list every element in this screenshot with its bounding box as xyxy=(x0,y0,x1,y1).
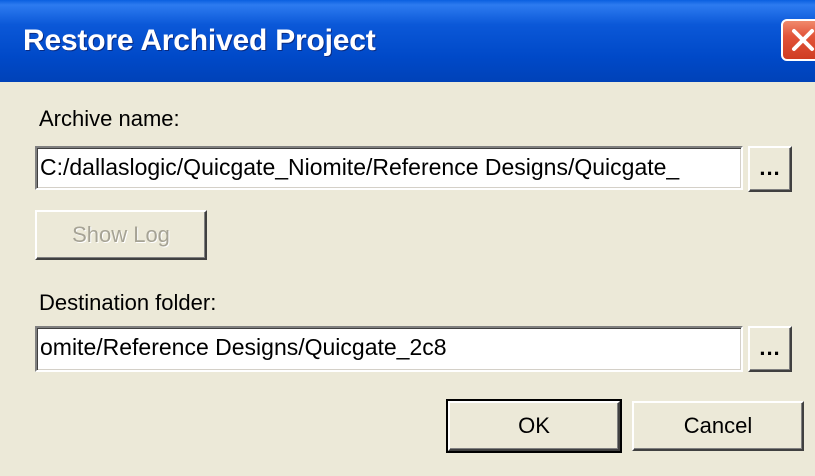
cancel-button[interactable]: Cancel xyxy=(632,401,804,451)
close-button[interactable] xyxy=(781,19,815,61)
title-bar[interactable]: Restore Archived Project xyxy=(0,0,815,82)
ok-button[interactable]: OK xyxy=(446,399,622,453)
archive-browse-button[interactable]: ... xyxy=(748,146,792,192)
destination-folder-label: Destination folder: xyxy=(39,290,217,315)
destination-folder-value: omite/Reference Designs/Quicgate_2c8 xyxy=(40,334,447,360)
window-title: Restore Archived Project xyxy=(23,24,376,57)
close-icon xyxy=(792,29,814,51)
destination-folder-input[interactable]: omite/Reference Designs/Quicgate_2c8 xyxy=(35,326,743,372)
archive-name-input[interactable]: C:/dallaslogic/Quicgate_Niomite/Referenc… xyxy=(35,146,743,190)
destination-browse-button[interactable]: ... xyxy=(748,326,792,372)
restore-archived-project-dialog: Restore Archived Project Archive name: C… xyxy=(0,0,815,476)
show-log-button[interactable]: Show Log xyxy=(35,210,207,260)
archive-name-label: Archive name: xyxy=(39,106,180,131)
archive-name-value: C:/dallaslogic/Quicgate_Niomite/Referenc… xyxy=(40,154,680,180)
